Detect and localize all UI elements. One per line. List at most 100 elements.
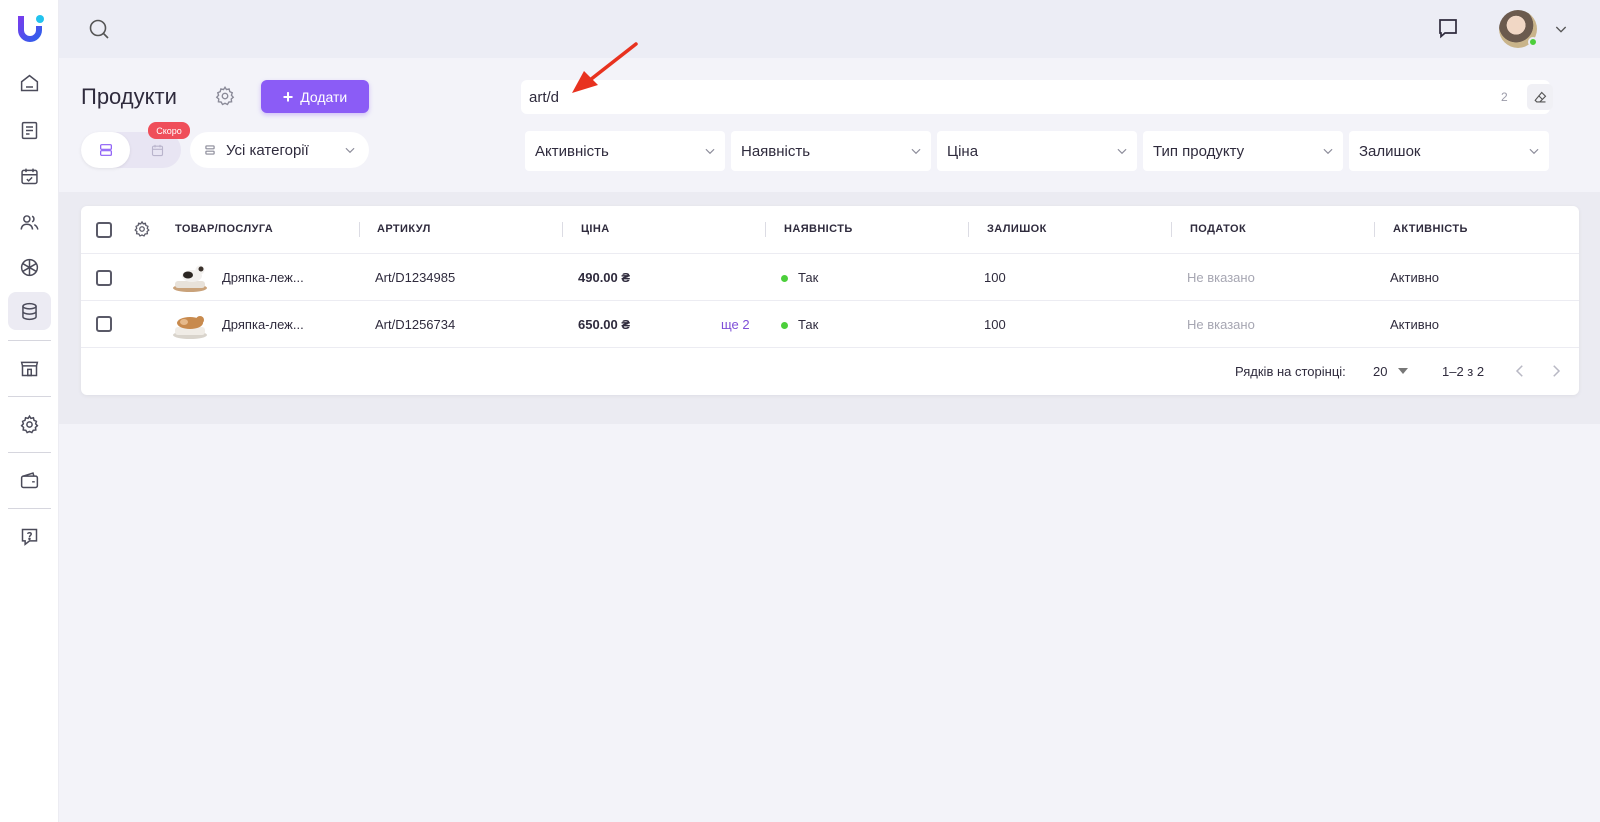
receipt-icon (21, 121, 38, 139)
product-stock: 100 (984, 317, 1006, 332)
sidebar-item-store[interactable] (8, 349, 51, 387)
product-sku: Art/D1234985 (375, 270, 456, 285)
product-sku: Art/D1256734 (375, 317, 456, 332)
chevron-down-icon (911, 148, 921, 155)
product-price: 650.00 ₴ (578, 317, 631, 332)
filter-label: Активність (535, 142, 609, 160)
table-header: ТОВАР/ПОСЛУГА АРТИКУЛ ЦІНА НАЯВНІСТЬ ЗАЛ… (81, 206, 1579, 254)
pagination-range: 1–2 з 2 (1442, 364, 1485, 379)
help-icon (21, 528, 38, 546)
filter-label: Тип продукту (1153, 142, 1245, 160)
chevron-down-icon (345, 147, 355, 154)
app-logo[interactable] (14, 12, 46, 44)
filter-label: Ціна (947, 142, 979, 160)
category-select-value: Усі категорії (226, 141, 309, 159)
column-header-tax[interactable]: ПОДАТОК (1190, 223, 1246, 235)
wallet-icon (20, 471, 39, 488)
column-header-price[interactable]: ЦІНА (581, 223, 610, 235)
page-title: Продукти (81, 84, 177, 109)
filter-product-type[interactable]: Тип продукту (1143, 131, 1343, 171)
pagination: Рядків на сторінці: 20 1–2 з 2 (81, 348, 1579, 395)
sidebar-item-help[interactable] (8, 517, 51, 555)
sidebar-item-settings[interactable] (8, 405, 51, 443)
chevron-down-icon[interactable] (1553, 21, 1569, 37)
product-tax: Не вказано (1187, 270, 1255, 285)
sidebar-item-receipts[interactable] (8, 111, 51, 149)
filter-activity[interactable]: Активність (525, 131, 725, 171)
products-table: ТОВАР/ПОСЛУГА АРТИКУЛ ЦІНА НАЯВНІСТЬ ЗАЛ… (81, 206, 1579, 395)
caret-down-icon[interactable] (1398, 368, 1408, 374)
product-activity: Активно (1390, 317, 1440, 332)
plus-icon: + (282, 86, 294, 107)
product-price: 490.00 ₴ (578, 270, 631, 285)
column-header-sku[interactable]: АРТИКУЛ (377, 223, 431, 235)
soon-badge: Скоро (148, 122, 190, 139)
row-checkbox[interactable] (96, 316, 112, 332)
filter-availability[interactable]: Наявність (731, 131, 931, 171)
product-name[interactable]: Дряпка-леж... (222, 270, 304, 285)
add-button-label: Додати (300, 88, 348, 105)
rows-per-page-select[interactable]: 20 (1373, 364, 1387, 379)
chevron-right-icon[interactable] (1547, 362, 1565, 380)
product-availability: Так (798, 270, 819, 285)
chat-icon[interactable] (1436, 16, 1460, 40)
table-row[interactable]: Дряпка-леж... Art/D1234985 490.00 ₴ Так … (81, 254, 1579, 301)
chevron-down-icon (1323, 148, 1333, 155)
select-all-checkbox[interactable] (96, 222, 112, 238)
category-select[interactable]: Усі категорії (190, 132, 369, 168)
chevron-down-icon (1529, 148, 1539, 155)
list-icon (205, 145, 215, 155)
sidebar-item-products[interactable] (8, 292, 51, 330)
page-settings-gear-icon[interactable] (214, 85, 236, 107)
cube-icon (20, 258, 39, 276)
row-checkbox[interactable] (96, 270, 112, 286)
users-icon (20, 214, 39, 230)
eraser-icon (1533, 91, 1546, 102)
column-header-product[interactable]: ТОВАР/ПОСЛУГА (175, 223, 273, 235)
column-header-availability[interactable]: НАЯВНІСТЬ (784, 223, 853, 235)
product-name[interactable]: Дряпка-леж... (222, 317, 304, 332)
list-view-button[interactable] (81, 132, 130, 168)
clear-search-button[interactable] (1527, 84, 1553, 110)
online-status-dot (1528, 37, 1538, 47)
sidebar-item-services[interactable] (8, 248, 51, 286)
chevron-down-icon (1117, 148, 1127, 155)
add-product-button[interactable]: + Додати (261, 80, 369, 113)
sidebar-item-clients[interactable] (8, 203, 51, 241)
product-tax: Не вказано (1187, 317, 1255, 332)
home-icon (20, 74, 39, 91)
chevron-down-icon (705, 148, 715, 155)
topbar (59, 0, 1600, 58)
store-icon (20, 361, 39, 376)
sidebar-item-home[interactable] (8, 64, 51, 102)
product-thumbnail (170, 308, 210, 341)
sidebar-item-wallet[interactable] (8, 461, 51, 499)
filter-stock[interactable]: Залишок (1349, 131, 1549, 171)
sidebar-item-calendar[interactable] (8, 157, 51, 195)
search-icon[interactable] (87, 17, 111, 41)
product-availability: Так (798, 317, 819, 332)
column-header-activity[interactable]: АКТИВНІСТЬ (1393, 223, 1468, 235)
filter-label: Наявність (741, 142, 811, 160)
availability-dot (781, 322, 788, 329)
calendar-icon (151, 144, 164, 156)
filter-price[interactable]: Ціна (937, 131, 1137, 171)
more-prices-link[interactable]: ще 2 (721, 317, 750, 332)
rows-per-page-label: Рядків на сторінці: (1235, 364, 1346, 379)
filter-label: Залишок (1359, 142, 1421, 160)
avatar[interactable] (1499, 10, 1538, 48)
product-stock: 100 (984, 270, 1006, 285)
search-result-count: 2 (1501, 90, 1508, 104)
product-search: 2 (521, 80, 1553, 114)
gear-icon (20, 414, 39, 434)
search-input[interactable] (529, 80, 1429, 114)
chevron-left-icon[interactable] (1511, 362, 1529, 380)
calendar-check-icon (21, 168, 38, 184)
table-row[interactable]: Дряпка-леж... Art/D1256734 650.00 ₴ ще 2… (81, 301, 1579, 348)
sidebar (0, 0, 59, 822)
list-view-icon (99, 144, 112, 156)
availability-dot (781, 275, 788, 282)
column-header-stock[interactable]: ЗАЛИШОК (987, 223, 1047, 235)
annotation-arrow (572, 42, 638, 93)
table-settings-gear-icon[interactable] (133, 220, 151, 238)
